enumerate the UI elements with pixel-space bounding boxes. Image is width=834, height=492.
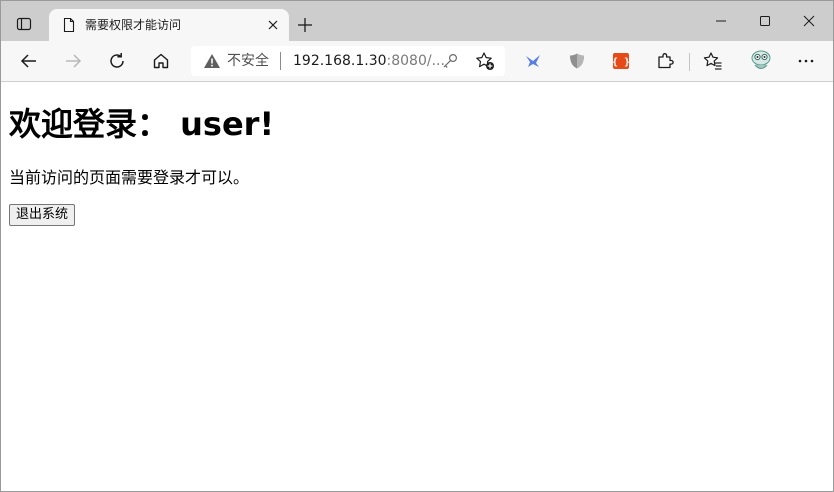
more-button[interactable] xyxy=(796,51,816,71)
minimize-icon xyxy=(716,20,726,22)
close-icon xyxy=(268,20,278,30)
home-button[interactable] xyxy=(147,47,175,75)
tab-title: 需要权限才能访问 xyxy=(85,18,182,32)
puzzle-icon xyxy=(658,53,674,69)
more-icon xyxy=(798,59,814,63)
back-button[interactable] xyxy=(15,47,43,75)
url-host: 192.168.1.30 xyxy=(293,53,387,69)
tab-close-button[interactable] xyxy=(265,17,281,33)
address-bar[interactable]: 不安全 192.168.1.30:8080/... xyxy=(191,46,505,76)
avatar-icon xyxy=(751,50,771,69)
login-required-message: 当前访问的页面需要登录才可以。 xyxy=(9,168,250,187)
maximize-button[interactable] xyxy=(747,7,783,35)
browser-window: 需要权限才能访问 不安全 192.168.1.30:8080/... {} 欢… xyxy=(0,0,834,492)
address-divider xyxy=(280,52,281,70)
home-icon xyxy=(153,53,169,69)
favorites-icon xyxy=(703,52,722,70)
close-window-button[interactable] xyxy=(791,7,827,35)
arrow-left-icon xyxy=(20,54,36,68)
shield-icon xyxy=(570,53,584,69)
url-text[interactable]: 192.168.1.30:8080/... xyxy=(293,53,445,69)
maximize-icon xyxy=(760,16,770,26)
url-path: :8080/... xyxy=(386,53,445,69)
tab-actions-icon xyxy=(16,17,32,31)
plus-icon xyxy=(298,18,312,32)
navigation-toolbar: 不安全 192.168.1.30:8080/... {} xyxy=(1,41,833,82)
security-status-label[interactable]: 不安全 xyxy=(227,53,269,69)
extensions-button[interactable] xyxy=(655,51,675,71)
braces-icon: { } xyxy=(612,53,630,69)
bird-icon xyxy=(526,55,540,67)
minimize-button[interactable] xyxy=(703,7,739,35)
extension-braces-button[interactable]: { } xyxy=(611,51,631,71)
refresh-button[interactable] xyxy=(103,47,131,75)
title-bar: 需要权限才能访问 xyxy=(1,1,833,41)
arrow-right-icon xyxy=(66,54,82,68)
forward-button[interactable] xyxy=(59,47,87,75)
page-content: 欢迎登录： user! 当前访问的页面需要登录才可以。 退出系统 xyxy=(1,82,833,491)
logout-button[interactable]: 退出系统 xyxy=(9,204,76,226)
profile-button[interactable] xyxy=(749,49,773,73)
active-tab[interactable]: 需要权限才能访问 xyxy=(49,9,289,41)
welcome-heading: 欢迎登录： user! xyxy=(9,105,275,143)
new-tab-button[interactable] xyxy=(293,13,317,37)
warning-icon xyxy=(204,54,220,68)
tab-actions-button[interactable] xyxy=(12,12,36,36)
page-icon xyxy=(63,17,75,33)
refresh-icon xyxy=(110,53,124,68)
close-icon xyxy=(803,15,815,27)
star-plus-icon[interactable] xyxy=(475,51,495,71)
svg-text:{ }: { } xyxy=(612,57,630,68)
key-icon[interactable] xyxy=(441,52,459,70)
favorites-button[interactable] xyxy=(703,51,723,71)
toolbar-separator xyxy=(689,53,690,71)
extension-bird-button[interactable] xyxy=(523,51,543,71)
extension-shield-button[interactable] xyxy=(567,51,587,71)
